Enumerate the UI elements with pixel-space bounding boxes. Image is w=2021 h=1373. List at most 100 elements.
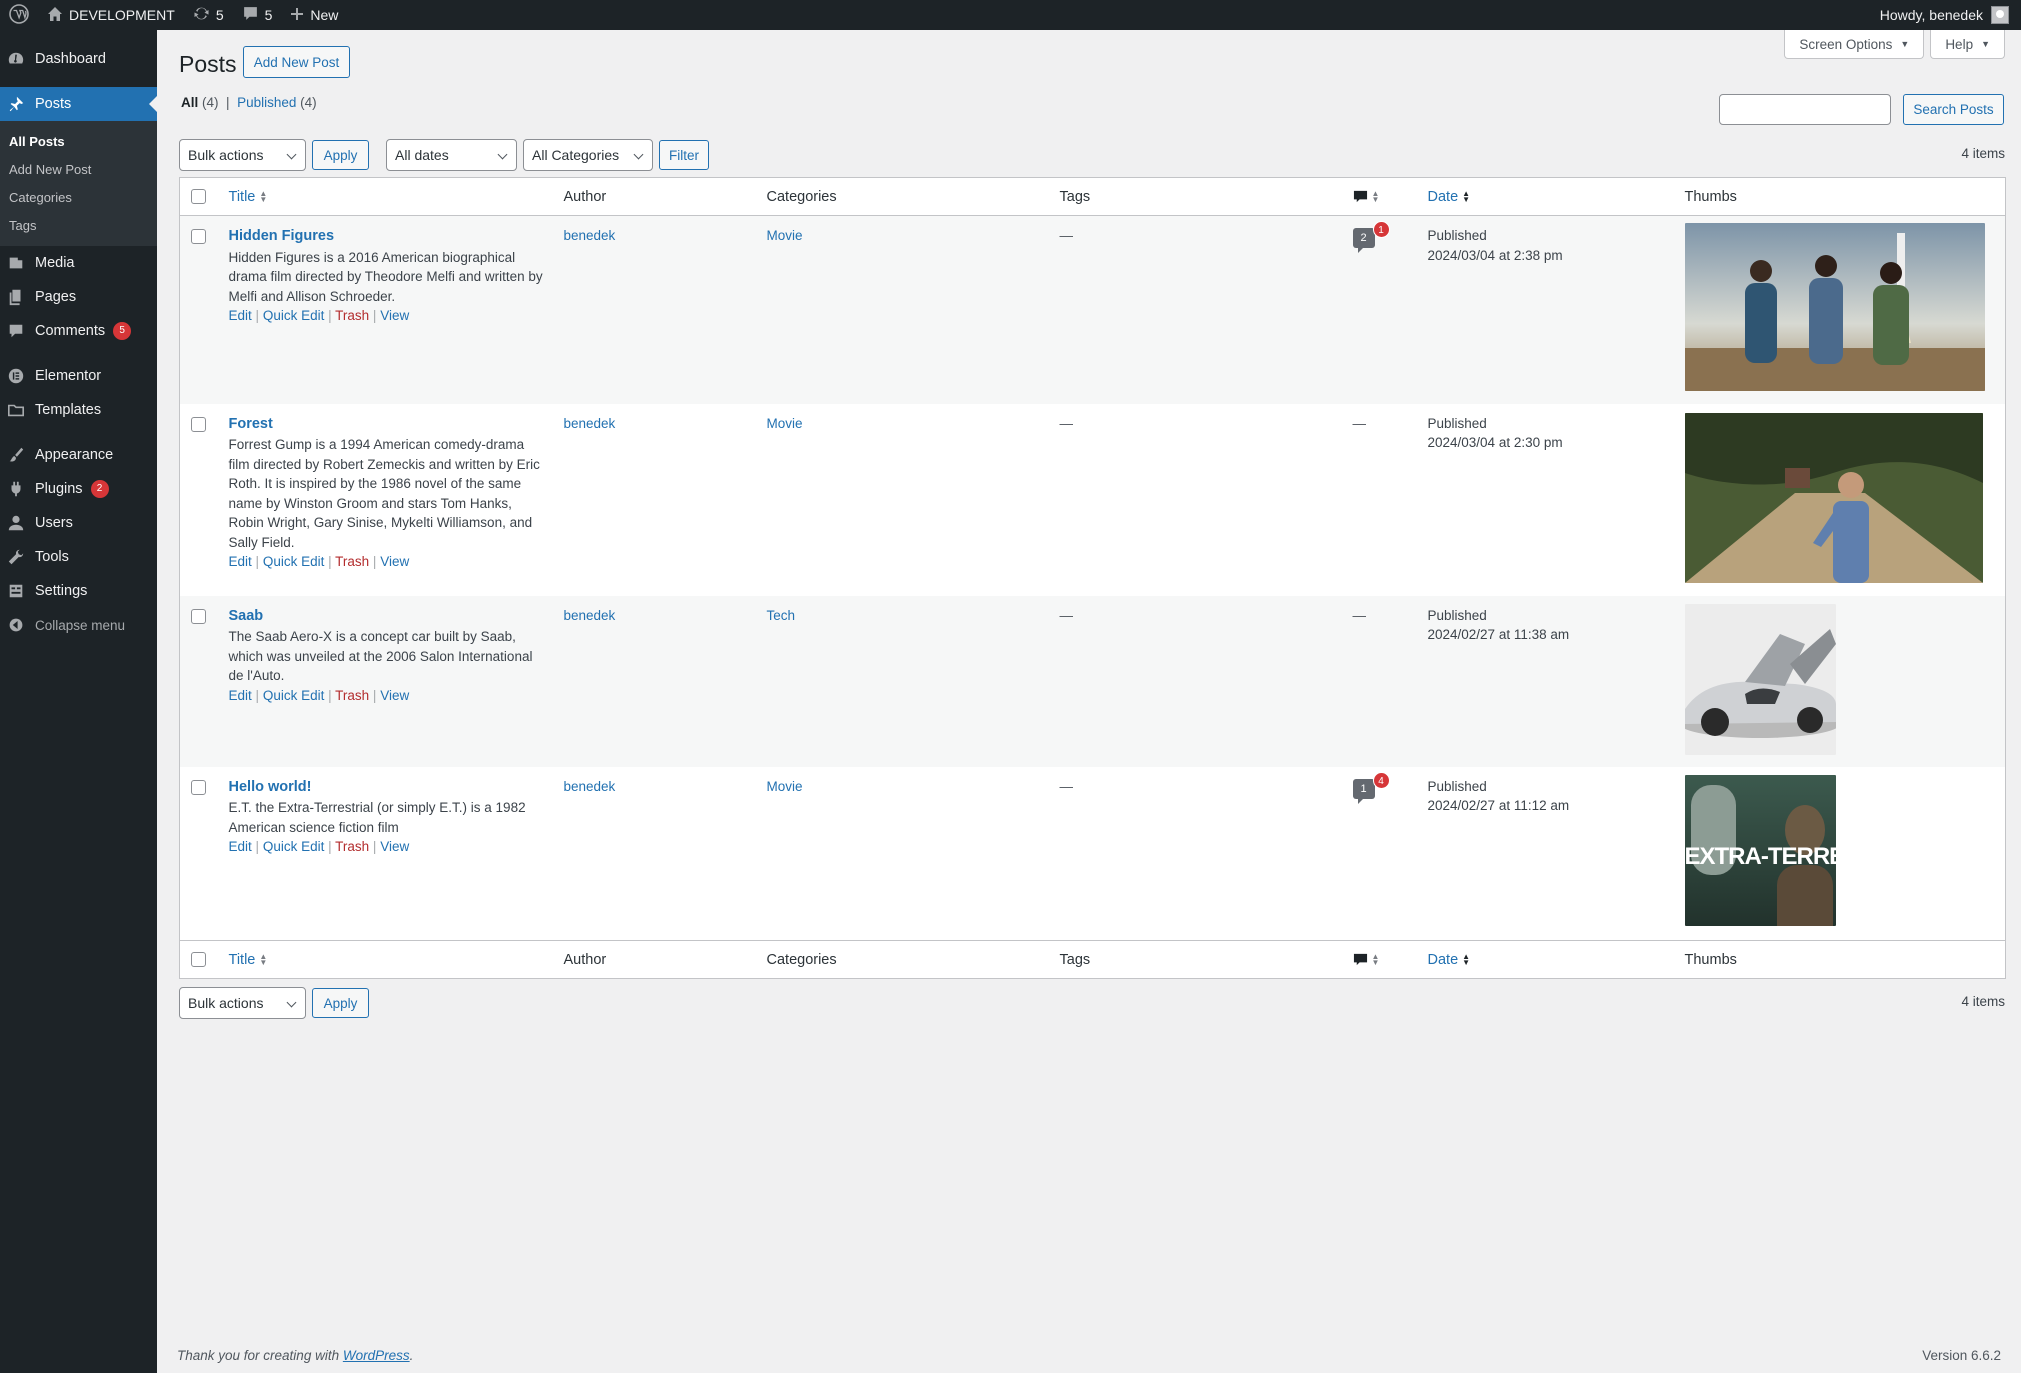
comments-link[interactable]: 5 [233, 0, 282, 30]
menu-templates[interactable]: Templates [0, 393, 157, 427]
author-link[interactable]: benedek [564, 779, 616, 794]
post-title-link[interactable]: Hidden Figures [229, 228, 335, 244]
categories-filter-select[interactable]: All Categories [523, 139, 653, 171]
category-link[interactable]: Movie [767, 228, 803, 243]
new-label: New [310, 7, 339, 23]
quick-edit-link[interactable]: Quick Edit [263, 688, 325, 703]
row-actions: Edit | Quick Edit | Trash | View [229, 837, 548, 857]
sort-by-comments-link[interactable]: ▲ ▼ [1353, 952, 1382, 968]
new-content-link[interactable]: New [281, 0, 347, 30]
row-checkbox[interactable] [191, 416, 206, 432]
sort-by-comments-link[interactable]: ▲ ▼ [1353, 189, 1382, 205]
footer-thankyou: Thank you for creating with WordPress. [177, 1348, 413, 1363]
search-posts-button[interactable]: Search Posts [1903, 94, 2004, 125]
my-account[interactable]: Howdy, benedek [1880, 6, 2021, 24]
updates-link[interactable]: 5 [184, 0, 233, 30]
edit-link[interactable]: Edit [229, 839, 252, 854]
author-link[interactable]: benedek [564, 608, 616, 623]
view-published-link[interactable]: Published [237, 95, 296, 110]
wp-logo-menu[interactable] [0, 0, 38, 30]
post-thumbnail: EXTRA-TERRESTRI [1684, 774, 1836, 926]
view-link[interactable]: View [380, 554, 409, 569]
view-published-count: (4) [300, 95, 317, 110]
trash-link[interactable]: Trash [335, 688, 369, 703]
category-link[interactable]: Movie [767, 416, 803, 431]
trash-link[interactable]: Trash [335, 839, 369, 854]
sort-by-date-link[interactable]: Date ▲ ▼ [1428, 189, 1473, 205]
menu-users[interactable]: Users [0, 506, 157, 540]
edit-link[interactable]: Edit [229, 554, 252, 569]
comments-count: 5 [264, 7, 273, 23]
sort-by-date-link[interactable]: Date ▲ ▼ [1428, 952, 1473, 968]
category-link[interactable]: Tech [767, 608, 796, 623]
menu-posts[interactable]: Posts [0, 87, 157, 121]
post-title-link[interactable]: Forest [229, 416, 273, 432]
view-link[interactable]: View [380, 688, 409, 703]
apply-button[interactable]: Apply [312, 140, 369, 170]
table-header-row: Title ▲ ▼ Author Categories Tags ▲ ▼ Date ▲ ▼… [179, 177, 2006, 216]
menu-pages-label: Pages [35, 289, 77, 305]
help-button[interactable]: Help ▼ [1930, 30, 2005, 59]
submenu-categories[interactable]: Categories [0, 184, 157, 212]
post-excerpt: E.T. the Extra-Terrestrial (or simply E.… [228, 800, 526, 835]
menu-plugins[interactable]: Plugins 2 [0, 472, 157, 506]
view-separator: | [226, 95, 230, 110]
menu-comments[interactable]: Comments 5 [0, 314, 157, 348]
site-name-link[interactable]: DEVELOPMENT [38, 0, 184, 30]
menu-settings[interactable]: Settings [0, 574, 157, 608]
view-link[interactable]: View [380, 308, 409, 323]
collapse-menu-button[interactable]: Collapse menu [0, 608, 157, 642]
author-column-footer: Author [555, 940, 759, 979]
trash-link[interactable]: Trash [335, 554, 369, 569]
approved-comments-count: 1 [1360, 782, 1367, 795]
select-all-checkbox[interactable] [191, 952, 206, 968]
sort-by-title-link[interactable]: Title ▲ ▼ [229, 952, 270, 968]
view-all-link[interactable]: All [181, 95, 198, 110]
dates-filter-select[interactable]: All dates [386, 139, 517, 171]
search-input[interactable] [1719, 94, 1891, 125]
edit-link[interactable]: Edit [229, 688, 252, 703]
post-title-link[interactable]: Hello world! [229, 779, 312, 795]
screen-options-label: Screen Options [1799, 36, 1893, 52]
wordpress-link[interactable]: WordPress [343, 1348, 410, 1363]
submenu-add-new-post[interactable]: Add New Post [0, 156, 157, 184]
apply-button-bottom[interactable]: Apply [312, 988, 369, 1018]
action-separator: | [372, 554, 377, 569]
author-link[interactable]: benedek [564, 416, 616, 431]
comment-count-bubble[interactable]: 14 [1352, 771, 1390, 804]
post-excerpt: Hidden Figures is a 2016 American biogra… [228, 249, 543, 304]
bulk-actions-select-bottom[interactable]: Bulk actions [179, 987, 306, 1019]
view-link[interactable]: View [380, 839, 409, 854]
quick-edit-link[interactable]: Quick Edit [263, 839, 325, 854]
bulk-actions-select[interactable]: Bulk actions [179, 139, 306, 171]
filter-button[interactable]: Filter [659, 140, 709, 170]
menu-media[interactable]: Media [0, 246, 157, 280]
folder-icon [7, 401, 25, 419]
trash-link[interactable]: Trash [335, 308, 369, 323]
menu-appearance[interactable]: Appearance [0, 438, 157, 472]
submenu-all-posts[interactable]: All Posts [0, 128, 157, 156]
row-checkbox[interactable] [191, 779, 206, 795]
menu-pages[interactable]: Pages [0, 280, 157, 314]
comment-count-bubble[interactable]: 21 [1352, 221, 1390, 253]
pending-comments-badge: 1 [1372, 221, 1390, 238]
menu-dashboard[interactable]: Dashboard [0, 42, 157, 76]
sort-by-title-link[interactable]: Title ▲ ▼ [229, 189, 270, 205]
quick-edit-link[interactable]: Quick Edit [263, 554, 325, 569]
edit-link[interactable]: Edit [229, 308, 252, 323]
author-link[interactable]: benedek [564, 228, 616, 243]
select-all-checkbox[interactable] [191, 189, 206, 205]
quick-edit-link[interactable]: Quick Edit [263, 308, 325, 323]
row-checkbox[interactable] [191, 608, 206, 624]
post-excerpt: The Saab Aero-X is a concept car built b… [228, 629, 533, 683]
tags-column-footer: Tags [1051, 940, 1345, 979]
screen-options-button[interactable]: Screen Options ▼ [1784, 30, 1925, 59]
category-link[interactable]: Movie [767, 779, 803, 794]
submenu-tags[interactable]: Tags [0, 212, 157, 240]
row-checkbox[interactable] [191, 229, 206, 244]
menu-tools[interactable]: Tools [0, 540, 157, 574]
post-title-link[interactable]: Saab [229, 608, 264, 624]
menu-elementor[interactable]: Elementor [0, 359, 157, 393]
add-new-post-button[interactable]: Add New Post [243, 46, 350, 78]
view-all-count: (4) [202, 95, 219, 110]
